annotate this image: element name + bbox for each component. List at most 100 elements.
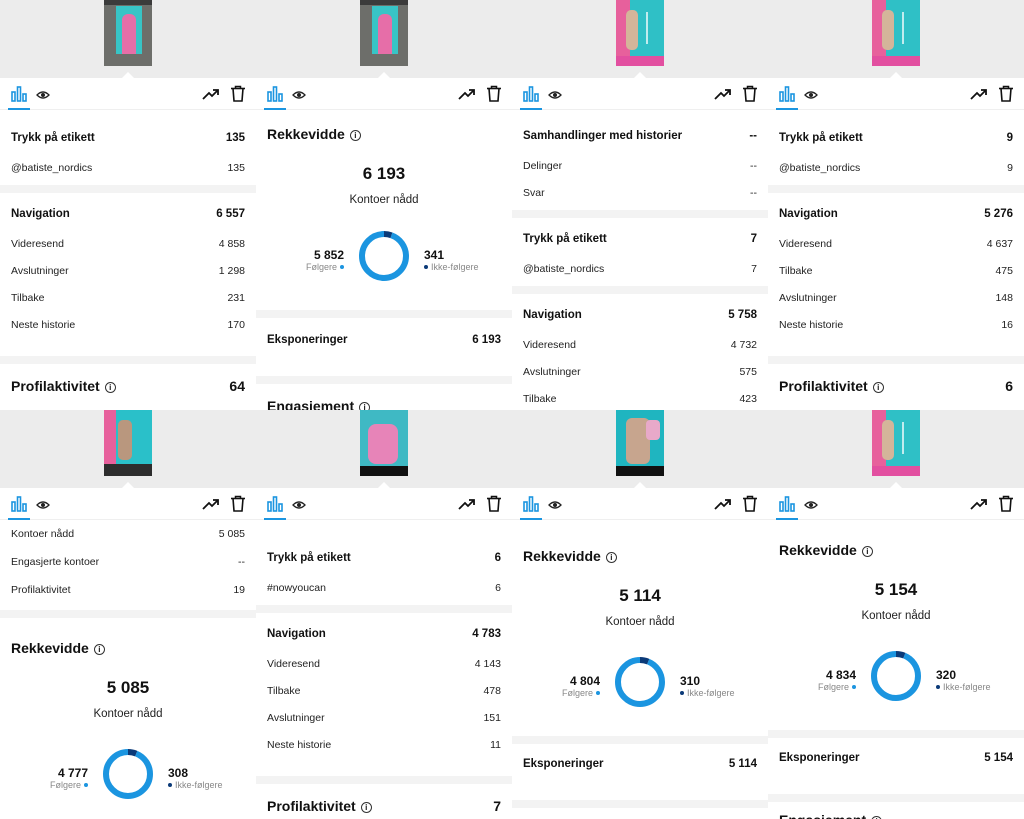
info-icon[interactable]: i [872, 382, 884, 393]
info-icon[interactable]: i [349, 130, 361, 141]
trash-icon[interactable] [998, 85, 1014, 107]
followers-value: 4 777 [57, 766, 88, 780]
metric-label: Svar [523, 187, 545, 199]
nonfollowers-label: Ikke-følgere [943, 682, 991, 692]
metric-label: Videresend [267, 658, 320, 670]
trash-icon[interactable] [230, 85, 246, 107]
eye-icon[interactable] [36, 498, 50, 517]
story-thumbnail[interactable] [360, 410, 408, 476]
trash-icon[interactable] [486, 495, 502, 517]
insights-panel: Trykk på etikett 135 @batiste_nordics 135 Na… [0, 0, 256, 410]
metric-value: 4 732 [730, 339, 757, 351]
eye-icon[interactable] [804, 498, 818, 517]
metric-value: 4 637 [986, 238, 1013, 250]
nonfollowers-stat: 308 Ikke-følgere [168, 766, 223, 790]
metric-label: Videresend [523, 339, 576, 351]
trend-arrow-icon[interactable] [458, 496, 476, 517]
info-icon[interactable]: i [93, 644, 105, 655]
metric-row: Eksponeringer 5 114 [512, 754, 768, 776]
insights-toolbar [256, 78, 512, 110]
metric-value: 9 [1006, 132, 1013, 144]
reach-title: Rekkevidde [779, 542, 857, 558]
metric-value: 478 [483, 685, 501, 697]
eye-icon[interactable] [36, 88, 50, 107]
metric-row: Delinger -- [512, 156, 768, 178]
trend-arrow-icon[interactable] [202, 86, 220, 107]
story-thumbnail[interactable] [104, 410, 152, 476]
metric-row: Samhandlinger med historier -- [512, 126, 768, 148]
trend-arrow-icon[interactable] [458, 86, 476, 107]
metric-label: Samhandlinger med historier [523, 130, 683, 142]
insights-collage: Trykk på etikett 135 @batiste_nordics 135 Na… [0, 0, 1024, 819]
metric-value: -- [750, 187, 757, 199]
metric-value: 231 [227, 292, 245, 304]
trash-icon[interactable] [742, 495, 758, 517]
insights-toolbar [256, 488, 512, 520]
bar-chart-icon[interactable] [779, 496, 795, 517]
eye-icon[interactable] [548, 498, 562, 517]
metric-value: -- [238, 556, 245, 568]
eye-icon[interactable] [548, 88, 562, 107]
trend-arrow-icon[interactable] [714, 86, 732, 107]
insights-toolbar [0, 488, 256, 520]
accounts-reached-value: 5 114 [619, 586, 661, 605]
trend-arrow-icon[interactable] [714, 496, 732, 517]
metric-row: @batiste_nordics 135 [0, 158, 256, 180]
bar-chart-icon[interactable] [523, 86, 539, 107]
accounts-reached-value: 6 193 [362, 164, 406, 183]
trend-arrow-icon[interactable] [970, 86, 988, 107]
bar-chart-icon[interactable] [11, 496, 27, 517]
insights-toolbar [768, 78, 1024, 110]
bar-chart-icon[interactable] [523, 496, 539, 517]
story-thumbnail[interactable] [104, 0, 152, 66]
metric-row: Profilaktivitet i 7 [256, 796, 512, 818]
info-icon[interactable]: i [861, 546, 873, 557]
story-thumbnail[interactable] [616, 0, 664, 66]
metric-value: 148 [995, 292, 1013, 304]
info-icon[interactable]: i [360, 802, 372, 813]
metric-value: 64 [229, 378, 245, 394]
metric-row: Neste historie 16 [768, 315, 1024, 337]
story-thumbnail[interactable] [360, 0, 408, 66]
insights-panel: Trykk på etikett 6 #nowyoucan 6 Navigation 4 … [256, 410, 512, 819]
bar-chart-icon[interactable] [267, 86, 283, 107]
eye-icon[interactable] [292, 88, 306, 107]
trend-arrow-icon[interactable] [970, 496, 988, 517]
metric-value: -- [750, 160, 757, 172]
section-divider [0, 185, 256, 193]
bar-chart-icon[interactable] [779, 86, 795, 107]
thumbnail-strip [768, 410, 1024, 488]
insights-content: Trykk på etikett 9 @batiste_nordics 9 Naviga… [768, 110, 1024, 410]
trash-icon[interactable] [230, 495, 246, 517]
nonfollowers-legend-dot [424, 265, 428, 269]
trend-arrow-icon[interactable] [202, 496, 220, 517]
metric-value: 475 [995, 265, 1013, 277]
thumbnail-strip [0, 0, 256, 78]
metric-row: Neste historie 11 [256, 735, 512, 757]
metric-row: @batiste_nordics 9 [768, 158, 1024, 180]
story-thumbnail[interactable] [616, 410, 664, 476]
info-icon[interactable]: i [104, 382, 116, 393]
followers-value: 4 804 [569, 674, 600, 688]
bar-chart-icon[interactable] [11, 86, 27, 107]
metric-label: Profilaktivitet [779, 378, 868, 394]
nonfollowers-caption: Ikke-følgere [936, 682, 991, 692]
info-icon[interactable]: i [359, 402, 371, 410]
metric-value: 7 [750, 233, 757, 245]
followers-value: 4 834 [825, 668, 856, 682]
story-thumbnail[interactable] [872, 0, 920, 66]
trash-icon[interactable] [486, 85, 502, 107]
story-thumbnail[interactable] [872, 410, 920, 476]
follower-segment [871, 651, 921, 701]
metric-value: 423 [739, 393, 757, 405]
eye-icon[interactable] [292, 498, 306, 517]
eye-icon[interactable] [804, 88, 818, 107]
bar-chart-icon[interactable] [267, 496, 283, 517]
info-icon[interactable]: i [605, 552, 617, 563]
trash-icon[interactable] [742, 85, 758, 107]
nonfollowers-caption: Ikke-følgere [168, 780, 223, 790]
metric-row: Avslutninger 575 [512, 362, 768, 384]
insights-panel: Trykk på etikett 9 @batiste_nordics 9 Naviga… [768, 0, 1024, 410]
metric-label: Navigation [523, 309, 582, 321]
trash-icon[interactable] [998, 495, 1014, 517]
